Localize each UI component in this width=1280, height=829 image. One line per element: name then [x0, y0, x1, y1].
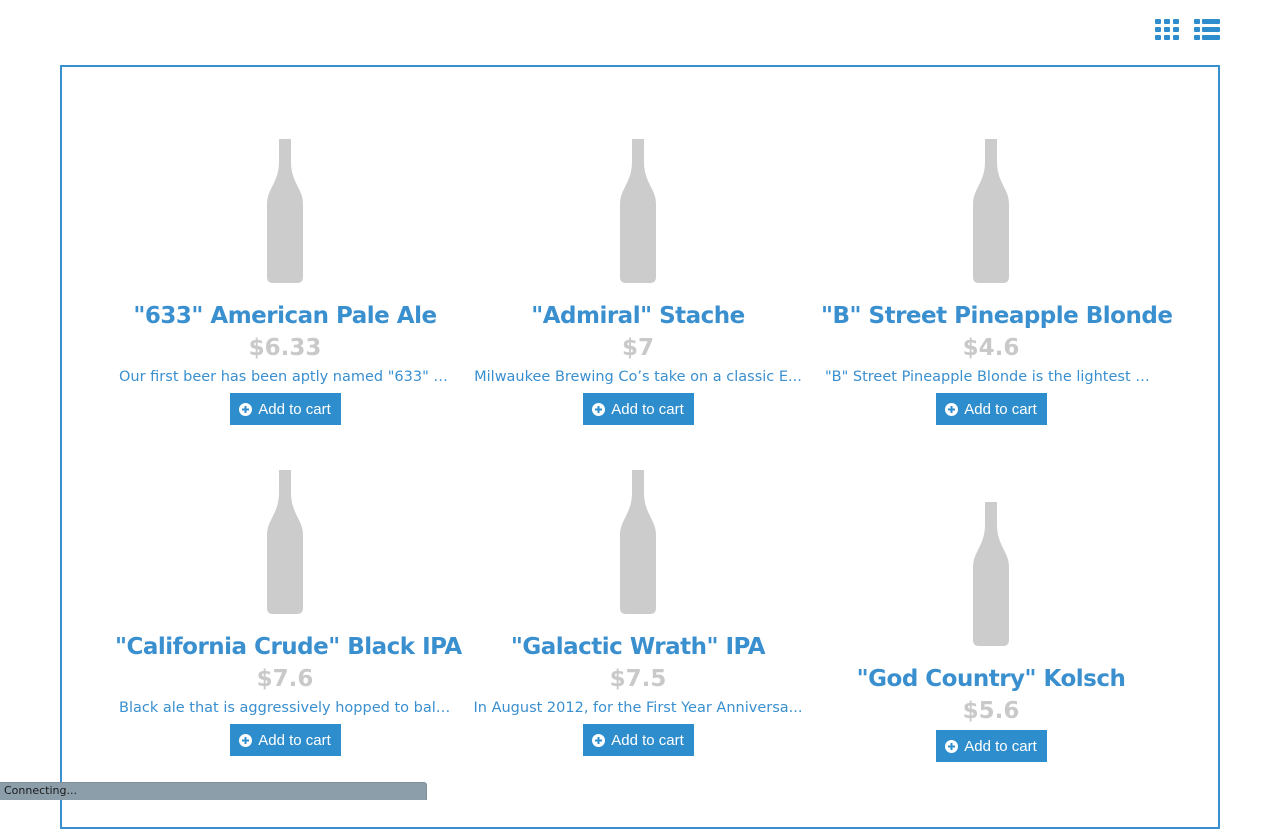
add-to-cart-label: Add to cart [258, 731, 331, 749]
add-to-cart-label: Add to cart [964, 400, 1037, 418]
add-to-cart-label: Add to cart [258, 400, 331, 418]
product-price: $7 [621, 335, 654, 361]
add-to-cart-button[interactable]: Add to cart [229, 393, 341, 425]
add-to-cart-button[interactable]: Add to cart [582, 393, 694, 425]
bottle-image [973, 502, 1009, 646]
product-price: $6.33 [248, 335, 322, 361]
product-name[interactable]: "God Country" Kolsch [821, 666, 1161, 692]
product-card: "633" American Pale Ale $6.33 Our first … [115, 139, 455, 425]
bottle-image [620, 139, 656, 283]
product-price: $7.5 [609, 666, 667, 692]
product-price: $4.6 [962, 335, 1020, 361]
add-to-cart-label: Add to cart [611, 731, 684, 749]
add-to-cart-label: Add to cart [964, 737, 1037, 755]
product-card: "God Country" Kolsch $5.6 Add to cart [821, 502, 1161, 762]
product-description: In August 2012, for the First Year Anniv… [473, 700, 803, 716]
product-description: Our first beer has been aptly named "633… [119, 369, 455, 385]
product-card: "Galactic Wrath" IPA $7.5 In August 2012… [468, 470, 808, 756]
bottle-image [973, 139, 1009, 283]
bottle-image [267, 139, 303, 283]
product-grid-panel: "633" American Pale Ale $6.33 Our first … [60, 65, 1220, 829]
product-card: "B" Street Pineapple Blonde $4.6 "B" Str… [821, 139, 1173, 425]
plus-circle-icon [945, 402, 959, 416]
product-name[interactable]: "California Crude" Black IPA [115, 634, 462, 660]
plus-circle-icon [239, 402, 253, 416]
add-to-cart-label: Add to cart [611, 400, 684, 418]
product-name[interactable]: "633" American Pale Ale [115, 303, 455, 329]
list-view-icon[interactable] [1194, 17, 1220, 41]
status-text: Connecting... [4, 784, 77, 797]
product-description: Black ale that is aggressively hopped to… [119, 700, 455, 716]
status-bar: Connecting... [0, 782, 427, 800]
product-description: "B" Street Pineapple Blonde is the light… [825, 369, 1159, 385]
product-name[interactable]: "Admiral" Stache [468, 303, 808, 329]
product-name[interactable]: "Galactic Wrath" IPA [468, 634, 808, 660]
product-name[interactable]: "B" Street Pineapple Blonde [821, 303, 1173, 329]
add-to-cart-button[interactable]: Add to cart [935, 393, 1047, 425]
add-to-cart-button[interactable]: Add to cart [935, 730, 1047, 762]
product-price: $7.6 [256, 666, 314, 692]
bottle-image [267, 470, 303, 614]
product-card: "Admiral" Stache $7 Milwaukee Brewing Co… [468, 139, 808, 425]
add-to-cart-button[interactable]: Add to cart [582, 724, 694, 756]
product-price: $5.6 [962, 698, 1020, 724]
plus-circle-icon [945, 739, 959, 753]
product-description: Milwaukee Brewing Co’s take on a classic… [474, 369, 802, 385]
plus-circle-icon [592, 402, 606, 416]
product-card: "California Crude" Black IPA $7.6 Black … [115, 470, 462, 756]
plus-circle-icon [592, 733, 606, 747]
grid-view-icon[interactable] [1154, 17, 1180, 41]
plus-circle-icon [239, 733, 253, 747]
bottle-image [620, 470, 656, 614]
add-to-cart-button[interactable]: Add to cart [229, 724, 341, 756]
view-toggles [1154, 17, 1222, 41]
